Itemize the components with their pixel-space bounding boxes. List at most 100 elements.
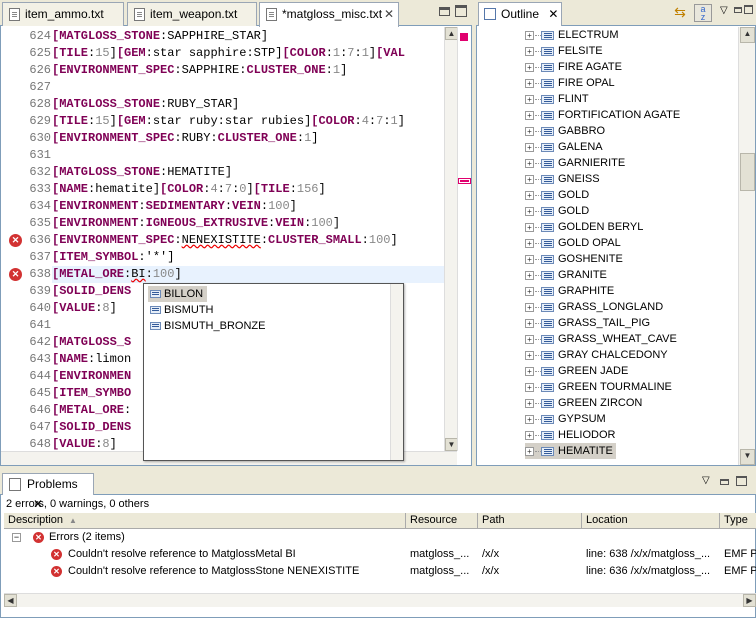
- column-description[interactable]: Description ▲: [4, 513, 406, 529]
- view-menu-icon[interactable]: ▽: [702, 475, 710, 486]
- expand-icon[interactable]: +: [525, 287, 534, 296]
- close-icon[interactable]: ✕: [548, 7, 558, 21]
- error-icon[interactable]: ✕: [9, 268, 22, 281]
- scroll-right-icon[interactable]: ▶: [743, 594, 756, 607]
- expand-icon[interactable]: +: [525, 255, 534, 264]
- expand-icon[interactable]: +: [525, 79, 534, 88]
- expand-icon[interactable]: +: [525, 415, 534, 424]
- assist-item[interactable]: BISMUTH: [148, 302, 214, 318]
- outline-item[interactable]: + FLINT: [525, 91, 589, 107]
- maximize-icon[interactable]: [455, 5, 467, 17]
- outline-item[interactable]: + GALENA: [525, 139, 603, 155]
- expand-icon[interactable]: +: [525, 335, 534, 344]
- scroll-up-icon[interactable]: ▲: [740, 27, 755, 43]
- code-line[interactable]: [ENVIRONMENT_SPEC:NENEXISTITE:CLUSTER_SM…: [52, 232, 398, 249]
- code-line[interactable]: [ENVIRONMENT:IGNEOUS_EXTRUSIVE:VEIN:100]: [52, 215, 340, 232]
- scroll-down-icon[interactable]: ▼: [740, 449, 755, 465]
- outline-item[interactable]: + GOLD OPAL: [525, 235, 621, 251]
- outline-vertical-scrollbar[interactable]: ▲ ▼: [738, 27, 755, 465]
- code-line[interactable]: [TILE:15][GEM:star ruby:star rubies][COL…: [52, 113, 405, 130]
- code-line[interactable]: [VALUE:8]: [52, 300, 117, 317]
- expand-icon[interactable]: +: [525, 319, 534, 328]
- code-line[interactable]: [MATGLOSS_STONE:RUBY_STAR]: [52, 96, 239, 113]
- code-line[interactable]: [SOLID_DENS: [52, 419, 131, 436]
- column-location[interactable]: Location: [582, 513, 720, 529]
- sort-alphabetically-icon[interactable]: az: [694, 4, 712, 22]
- expand-icon[interactable]: +: [525, 95, 534, 104]
- code-line[interactable]: [ENVIRONMENT:SEDIMENTARY:VEIN:100]: [52, 198, 297, 215]
- outline-tree[interactable]: + ELECTRUM + FELSITE + FIRE AGATE + FIRE OPAL + F…: [476, 27, 738, 465]
- outline-item[interactable]: + FORTIFICATION AGATE: [525, 107, 680, 123]
- column-resource[interactable]: Resource: [406, 513, 478, 529]
- outline-item[interactable]: + HELIODOR: [525, 427, 615, 443]
- expand-icon[interactable]: +: [525, 223, 534, 232]
- expand-icon[interactable]: +: [525, 127, 534, 136]
- outline-item[interactable]: + GRASS_WHEAT_CAVE: [525, 331, 677, 347]
- column-path[interactable]: Path: [478, 513, 582, 529]
- expand-icon[interactable]: +: [525, 143, 534, 152]
- outline-item[interactable]: + GRANITE: [525, 267, 607, 283]
- minimize-icon[interactable]: [720, 479, 729, 485]
- outline-item[interactable]: + GREEN TOURMALINE: [525, 379, 672, 395]
- outline-item[interactable]: + GNEISS: [525, 171, 600, 187]
- view-menu-icon[interactable]: ▽: [720, 5, 728, 16]
- problem-row[interactable]: ✕ Couldn't resolve reference to MatglossM…: [4, 546, 756, 563]
- expand-icon[interactable]: +: [525, 111, 534, 120]
- assist-item[interactable]: BISMUTH_BRONZE: [148, 318, 265, 334]
- code-line[interactable]: [TILE:15][GEM:star sapphire:STP][COLOR:1…: [52, 45, 405, 62]
- outline-item[interactable]: + GRASS_TAIL_PIG: [525, 315, 650, 331]
- expand-icon[interactable]: +: [525, 383, 534, 392]
- code-line[interactable]: [ITEM_SYMBO: [52, 385, 131, 402]
- expand-icon[interactable]: +: [525, 191, 534, 200]
- tab-matgloss-misc[interactable]: *matgloss_misc.txt ✕: [259, 2, 399, 27]
- editor-vertical-scrollbar[interactable]: ▲ ▼: [444, 27, 458, 451]
- expand-icon[interactable]: +: [525, 31, 534, 40]
- collapse-icon[interactable]: −: [12, 533, 21, 542]
- expand-icon[interactable]: +: [525, 303, 534, 312]
- code-line[interactable]: [MATGLOSS_STONE:HEMATITE]: [52, 164, 232, 181]
- code-line[interactable]: [ENVIRONMENT_SPEC:SAPPHIRE:CLUSTER_ONE:1…: [52, 62, 347, 79]
- expand-icon[interactable]: +: [525, 431, 534, 440]
- error-icon[interactable]: ✕: [9, 234, 22, 247]
- expand-icon[interactable]: +: [525, 159, 534, 168]
- outline-item[interactable]: + GARNIERITE: [525, 155, 625, 171]
- problems-horizontal-scrollbar[interactable]: ◀ ▶: [4, 593, 756, 607]
- outline-item[interactable]: + GREEN ZIRCON: [525, 395, 642, 411]
- code-line[interactable]: [SOLID_DENS: [52, 283, 131, 300]
- expand-icon[interactable]: +: [525, 367, 534, 376]
- scroll-thumb[interactable]: [740, 153, 755, 191]
- expand-icon[interactable]: +: [525, 271, 534, 280]
- outline-item[interactable]: + GABBRO: [525, 123, 605, 139]
- expand-icon[interactable]: +: [525, 63, 534, 72]
- minimize-icon[interactable]: [439, 7, 450, 16]
- close-icon[interactable]: ✕: [384, 3, 394, 25]
- code-line[interactable]: [VALUE:8]: [52, 436, 117, 451]
- outline-item[interactable]: + ELECTRUM: [525, 27, 619, 43]
- assist-item[interactable]: BILLON: [148, 286, 208, 302]
- code-line[interactable]: [METAL_ORE:: [52, 402, 131, 419]
- problem-group-row[interactable]: − ✕ Errors (2 items): [4, 529, 756, 546]
- error-marker[interactable]: [458, 178, 471, 184]
- link-with-editor-icon[interactable]: ⇆: [672, 4, 688, 20]
- expand-icon[interactable]: +: [525, 47, 534, 56]
- code-line[interactable]: [ENVIRONMEN: [52, 368, 131, 385]
- code-line[interactable]: [ENVIRONMENT_SPEC:RUBY:CLUSTER_ONE:1]: [52, 130, 318, 147]
- code-line[interactable]: [ITEM_SYMBOL:'*']: [52, 249, 174, 266]
- problem-row[interactable]: ✕ Couldn't resolve reference to MatglossS…: [4, 563, 756, 580]
- code-line[interactable]: [MATGLOSS_S: [52, 334, 131, 351]
- code-line[interactable]: [METAL_ORE:BI:100]: [52, 266, 444, 283]
- tab-outline[interactable]: Outline ✕: [478, 2, 562, 26]
- expand-icon[interactable]: +: [525, 447, 534, 456]
- outline-item[interactable]: + FIRE OPAL: [525, 75, 615, 91]
- outline-item[interactable]: + GREEN JADE: [525, 363, 628, 379]
- tab-item-weapon[interactable]: item_weapon.txt: [127, 2, 257, 26]
- code-line[interactable]: [NAME:hematite][COLOR:4:7:0][TILE:156]: [52, 181, 326, 198]
- outline-item[interactable]: + GRASS_LONGLAND: [525, 299, 663, 315]
- error-marker-icon[interactable]: [460, 33, 468, 41]
- column-type[interactable]: Type: [720, 513, 756, 529]
- outline-item[interactable]: + GOLD: [525, 187, 589, 203]
- maximize-icon[interactable]: [744, 5, 753, 14]
- expand-icon[interactable]: +: [525, 239, 534, 248]
- outline-item[interactable]: + GRAPHITE: [525, 283, 614, 299]
- outline-item[interactable]: + FELSITE: [525, 43, 603, 59]
